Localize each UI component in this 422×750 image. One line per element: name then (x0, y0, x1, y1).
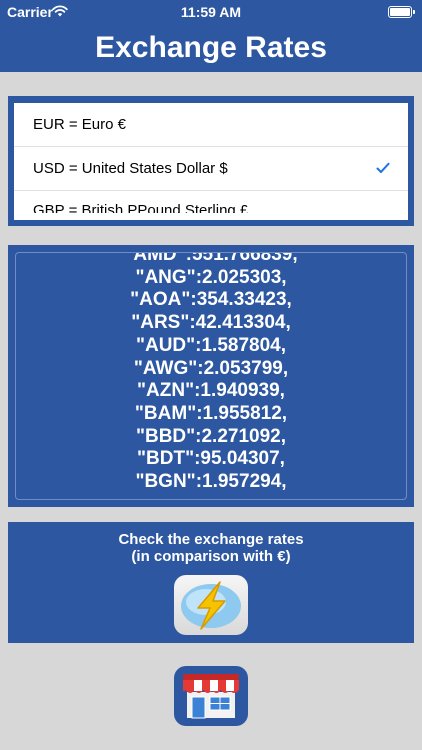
checkmark-icon (376, 162, 390, 173)
battery-icon (388, 6, 415, 18)
currency-option-label: GBP = British PPound Sterling £ (33, 202, 249, 213)
rates-list: "AMD":551.766839, "ANG":2.025303, "AOA":35… (16, 252, 406, 494)
rate-line: "ARS":42.413304, (131, 312, 291, 334)
status-time: 11:59 AM (180, 4, 242, 20)
rate-line: "BDT":95.04307, (137, 448, 285, 470)
rate-line: "BAM":1.955812, (134, 402, 288, 424)
rate-line: "AZN":1.940939, (137, 380, 285, 402)
rate-line: "AMD":551.766839, (124, 252, 298, 265)
rate-line: "BGN":1.957294, (135, 471, 287, 493)
currency-option-gbp[interactable]: GBP = British PPound Sterling £ (14, 191, 408, 213)
currency-option-eur[interactable]: EUR = Euro € (14, 103, 408, 147)
check-rates-panel: Check the exchange rates (in comparison … (8, 522, 414, 643)
rates-panel: "AMD":551.766839, "ANG":2.025303, "AOA":35… (8, 245, 414, 507)
store-icon (183, 674, 239, 719)
currency-option-label: EUR = Euro € (33, 116, 126, 133)
bottom-bar (0, 656, 422, 750)
currency-picker-panel: EUR = Euro € USD = United States Dollar … (8, 96, 414, 226)
rate-line: "AOA":354.33423, (130, 289, 292, 311)
rate-line: "BBD":2.271092, (135, 425, 287, 447)
page-title: Exchange Rates (0, 24, 422, 72)
lightning-icon (181, 581, 241, 630)
rate-line: "AWG":2.053799, (133, 357, 289, 379)
rates-text-view[interactable]: "AMD":551.766839, "ANG":2.025303, "AOA":35… (15, 252, 407, 500)
rate-line: "AUD":1.587804, (135, 334, 287, 356)
store-button[interactable] (174, 666, 248, 726)
check-rates-text: Check the exchange rates (in comparison … (8, 531, 414, 565)
check-rates-button[interactable] (174, 575, 248, 635)
status-bar: Carrier 11:59 AM (0, 0, 422, 24)
check-rates-line1: Check the exchange rates (118, 531, 304, 548)
check-rates-line2: (in comparison with €) (131, 548, 291, 565)
currency-option-usd[interactable]: USD = United States Dollar $ (14, 147, 408, 191)
rate-line: "ANG":2.025303, (135, 266, 287, 288)
currency-option-label: USD = United States Dollar $ (33, 160, 228, 177)
currency-picker[interactable]: EUR = Euro € USD = United States Dollar … (14, 103, 408, 220)
